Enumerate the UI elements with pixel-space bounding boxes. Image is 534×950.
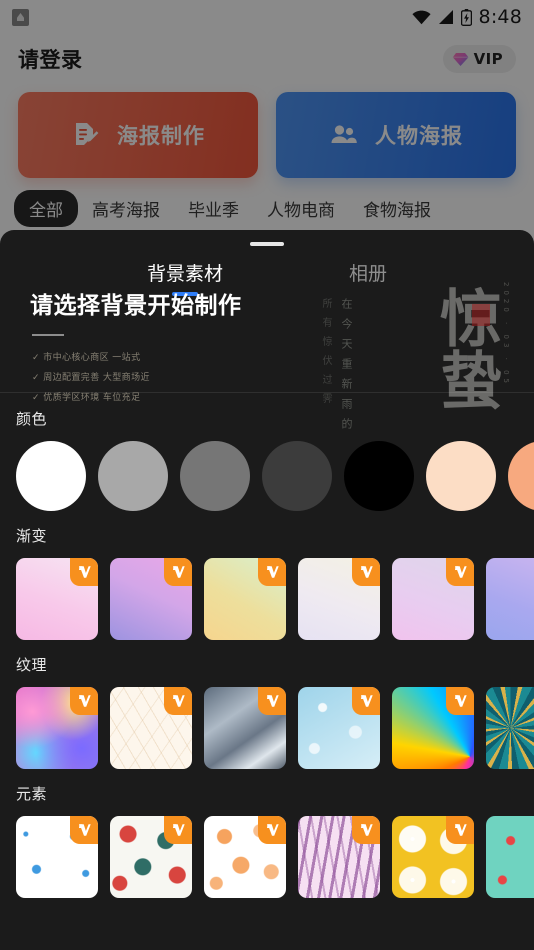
vip-badge-icon xyxy=(258,558,286,586)
element-tile-blue-snowflakes[interactable] xyxy=(16,816,98,898)
vip-badge-icon xyxy=(352,558,380,586)
gradient-tile-mint-butter[interactable] xyxy=(204,558,286,640)
texture-tile-gray-marble-wave[interactable] xyxy=(204,687,286,769)
vip-badge-icon xyxy=(164,558,192,586)
vip-badge-icon xyxy=(446,687,474,715)
vip-badge-icon xyxy=(70,687,98,715)
color-swatch-dark-gray[interactable] xyxy=(262,441,332,511)
texture-tile-ice-blue-crackle[interactable] xyxy=(298,687,380,769)
section-color-title: 颜色 xyxy=(16,410,48,428)
vip-badge-icon xyxy=(164,687,192,715)
vip-badge-icon xyxy=(164,816,192,844)
vip-badge-icon xyxy=(70,558,98,586)
element-tile-orange-citrus-line[interactable] xyxy=(204,816,286,898)
template-card-2-column-2: 所有惊伏过霁 xyxy=(320,298,331,412)
sheet-body: 颜色 渐变 纹理 元素 xyxy=(0,394,534,950)
vip-badge-icon xyxy=(258,687,286,715)
gradient-tile-periwinkle[interactable] xyxy=(486,558,534,640)
texture-tile-cream-leaf-line[interactable] xyxy=(110,687,192,769)
app-root: 8:48 请登录 VIP 海报制作 人物海报 全部 高考海报 毕业季 人物电商 … xyxy=(0,0,534,950)
section-texture: 纹理 xyxy=(0,640,534,769)
texture-swatch-row[interactable] xyxy=(0,687,534,769)
texture-tile-teal-gold-swirl[interactable] xyxy=(486,687,534,769)
color-swatch-peach[interactable] xyxy=(426,441,496,511)
vip-badge-icon xyxy=(258,816,286,844)
element-tile-christmas-baubles[interactable] xyxy=(110,816,192,898)
template-card-1-title: 请选择背景开始制作 xyxy=(30,293,242,319)
section-color: 颜色 xyxy=(0,394,534,511)
tab-album[interactable]: 相册 xyxy=(349,259,387,296)
texture-tile-holographic-swirl[interactable] xyxy=(16,687,98,769)
color-swatch-light-gray[interactable] xyxy=(98,441,168,511)
template-card-1-bullet-1: ✓ 市中心核心商区 一站式 xyxy=(32,353,141,363)
section-element: 元素 xyxy=(0,769,534,898)
vip-badge-icon xyxy=(352,687,380,715)
section-texture-title: 纹理 xyxy=(16,656,48,674)
color-swatch-salmon[interactable] xyxy=(508,441,534,511)
gradient-swatch-row[interactable] xyxy=(0,558,534,640)
vip-badge-icon xyxy=(446,558,474,586)
element-tile-lemon-slices[interactable] xyxy=(392,816,474,898)
gradient-tile-violet-rose[interactable] xyxy=(110,558,192,640)
template-card-1-bullets: ✓ 市中心核心商区 一站式 ✓ 周边配置完善 大型商场近 ✓ 优质学区环境 车位… xyxy=(32,350,150,410)
template-card-1-bullet-2: ✓ 周边配置完善 大型商场近 xyxy=(32,373,150,383)
template-card-2-column: 在今天重新雨的 xyxy=(340,298,353,438)
gradient-tile-ivory-lilac[interactable] xyxy=(298,558,380,640)
vip-badge-icon xyxy=(70,816,98,844)
template-card-1-bullet-3: ✓ 优质学区环境 车位充足 xyxy=(32,393,141,403)
seal-stamp-icon xyxy=(472,304,490,326)
section-gradient: 渐变 xyxy=(0,511,534,640)
texture-tile-rainbow-fan[interactable] xyxy=(392,687,474,769)
gradient-tile-pink-blush[interactable] xyxy=(16,558,98,640)
element-tile-purple-leaf-pink[interactable] xyxy=(298,816,380,898)
section-element-title: 元素 xyxy=(16,785,48,803)
section-gradient-title: 渐变 xyxy=(16,527,48,545)
element-tile-birds-on-teal[interactable] xyxy=(486,816,534,898)
gradient-tile-lavender-pink[interactable] xyxy=(392,558,474,640)
element-swatch-row[interactable] xyxy=(0,816,534,898)
color-swatch-row[interactable] xyxy=(0,441,534,511)
color-swatch-mid-gray[interactable] xyxy=(180,441,250,511)
template-card-2-date: 2020 · 03 · 05 xyxy=(502,282,510,387)
vip-badge-icon xyxy=(352,816,380,844)
template-card-1-rule xyxy=(32,334,64,336)
color-swatch-white[interactable] xyxy=(16,441,86,511)
color-swatch-black[interactable] xyxy=(344,441,414,511)
vip-badge-icon xyxy=(446,816,474,844)
